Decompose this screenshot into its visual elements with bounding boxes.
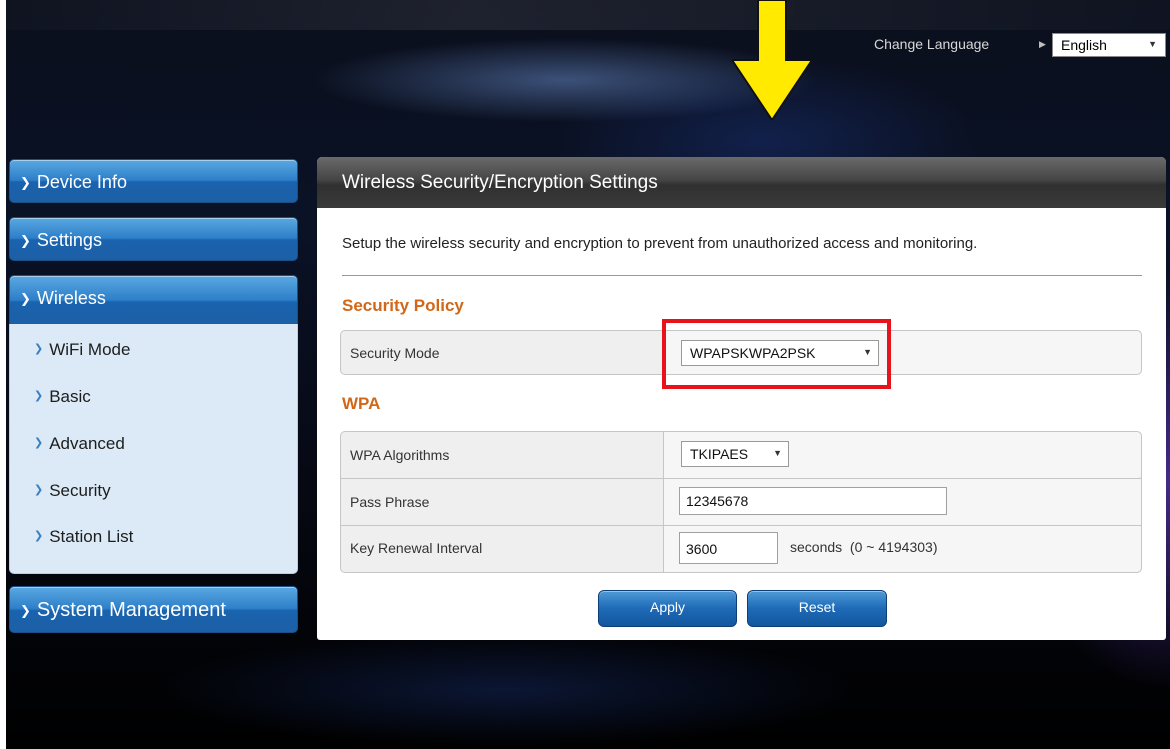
chevron-right-icon: ❯ — [34, 484, 44, 496]
submenu-item-label: Basic — [49, 387, 91, 406]
panel-description: Setup the wireless security and encrypti… — [342, 235, 978, 252]
section-title-security-policy: Security Policy — [342, 296, 464, 315]
sidebar-item-wireless[interactable]: ❯ Wireless — [9, 275, 298, 327]
sidebar-item-label: Device Info — [36, 172, 127, 192]
key-renewal-label: Key Renewal Interval — [350, 540, 483, 556]
submenu-item-wifi-mode[interactable]: ❯ WiFi Mode — [34, 340, 130, 360]
chevron-right-icon: ❯ — [20, 233, 31, 248]
sidebar-item-system-management[interactable]: ❯ System Management — [9, 586, 298, 633]
settings-panel: Wireless Security/Encryption Settings Se… — [317, 157, 1166, 640]
top-banner — [6, 0, 1170, 30]
divider — [342, 275, 1142, 276]
chevron-right-icon: ❯ — [20, 291, 31, 306]
chevron-right-icon: ❯ — [34, 390, 44, 402]
submenu-item-label: Advanced — [49, 434, 125, 453]
section-title-wpa: WPA — [342, 394, 381, 413]
submenu-item-security[interactable]: ❯ Security — [34, 481, 111, 501]
sidebar-item-device-info[interactable]: ❯ Device Info — [9, 159, 298, 203]
security-mode-label: Security Mode — [350, 345, 440, 361]
chevron-right-icon: ❯ — [34, 437, 44, 449]
change-language-label: Change Language — [874, 36, 990, 52]
reset-button[interactable]: Reset — [747, 590, 887, 627]
submenu-item-basic[interactable]: ❯ Basic — [34, 387, 91, 407]
wpa-algorithms-value: TKIPAES — [690, 446, 749, 462]
submenu-item-label: WiFi Mode — [49, 340, 131, 359]
chevron-right-icon: ❯ — [20, 603, 31, 618]
wpa-table: WPA Algorithms TKIPAES ▼ Pass Phrase 123… — [340, 431, 1142, 573]
pointer-arrow-icon — [732, 0, 812, 120]
submenu-item-label: Station List — [49, 527, 134, 546]
dropdown-arrow-icon: ▼ — [773, 448, 782, 458]
key-renewal-input[interactable]: 3600 — [679, 532, 778, 564]
router-admin-page: Change Language ▶ English ▼ ❯ Device Info… — [6, 0, 1170, 749]
panel-title: Wireless Security/Encryption Settings — [317, 157, 1166, 208]
key-renewal-row: Key Renewal Interval 3600 seconds (0 ~ 4… — [341, 525, 1141, 572]
submenu-item-station-list[interactable]: ❯ Station List — [34, 527, 133, 547]
submenu-item-label: Security — [49, 481, 111, 500]
wpa-algorithms-label: WPA Algorithms — [350, 447, 450, 463]
language-arrow-icon: ▶ — [1039, 39, 1046, 49]
pass-phrase-row: Pass Phrase 12345678 — [341, 478, 1141, 525]
sidebar-item-settings[interactable]: ❯ Settings — [9, 217, 298, 261]
sidebar-item-label: Settings — [36, 230, 102, 250]
wpa-algorithms-row: WPA Algorithms TKIPAES ▼ — [341, 432, 1141, 478]
submenu-item-advanced[interactable]: ❯ Advanced — [34, 434, 125, 454]
wireless-submenu: ❯ WiFi Mode ❯ Basic ❯ Advanced ❯ Security ❯ S… — [9, 324, 298, 574]
chevron-right-icon: ❯ — [34, 343, 44, 355]
highlight-box — [662, 319, 891, 389]
sidebar-item-label: Wireless — [36, 288, 106, 308]
dropdown-arrow-icon: ▼ — [1148, 39, 1157, 49]
apply-button[interactable]: Apply — [598, 590, 737, 627]
pass-phrase-label: Pass Phrase — [350, 494, 430, 510]
language-select-value: English — [1061, 37, 1107, 53]
language-select[interactable]: English ▼ — [1052, 33, 1166, 57]
wpa-algorithms-select[interactable]: TKIPAES ▼ — [681, 441, 789, 467]
chevron-right-icon: ❯ — [34, 530, 44, 542]
sidebar-item-label: System Management — [36, 599, 226, 621]
chevron-right-icon: ❯ — [20, 175, 31, 190]
pass-phrase-input[interactable]: 12345678 — [679, 487, 947, 515]
key-renewal-unit: seconds (0 ~ 4194303) — [790, 539, 938, 555]
